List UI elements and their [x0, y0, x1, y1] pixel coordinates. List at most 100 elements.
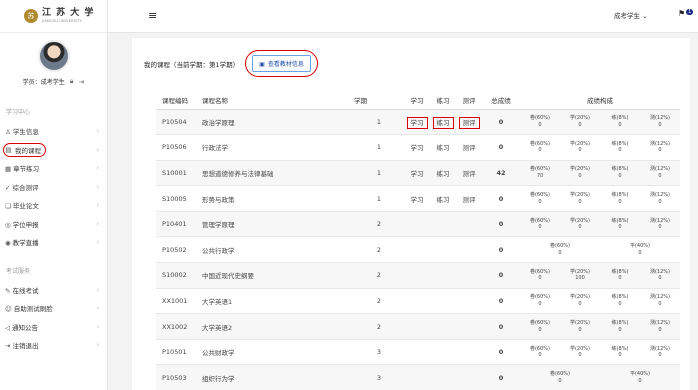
score-value: 0: [578, 224, 582, 231]
exam-link[interactable]: 测评: [463, 196, 476, 204]
course-code: XX1002: [156, 313, 202, 340]
score-item: 卷(60%) 0: [520, 192, 560, 205]
score-value: 0: [658, 198, 662, 205]
sidebar-item[interactable]: ♙ 学生信息 ›: [0, 122, 107, 141]
sidebar-item[interactable]: ▤ 我的课程 ›: [0, 141, 107, 160]
score-value: 0: [538, 198, 542, 205]
score-breakdown: 卷(60%) 0 平(40%) 0: [520, 243, 680, 256]
sidebar-item[interactable]: ◉ 教学直播 ›: [0, 233, 107, 252]
logout-icon[interactable]: ⇥: [78, 78, 84, 86]
course-table: 课程编码 课程名称 学期 学习 练习 测评 总成绩 成绩构成 P10504 政治学…: [156, 92, 680, 390]
score-item: 卷(60%) 0: [520, 294, 560, 307]
exam-link[interactable]: 测评: [463, 144, 476, 152]
header-practice: 练习: [430, 92, 456, 110]
book-icon: ▣: [259, 62, 265, 68]
chevron-right-icon: ›: [96, 341, 99, 350]
table-row: XX1002 大学英语2 2 0 卷(60%) 0 学(20%) 0 练(8%) 0 测(12%) 0: [156, 313, 680, 340]
chevron-right-icon: ›: [96, 285, 99, 294]
score-value: 0: [578, 198, 582, 205]
course-term: 2: [354, 262, 404, 289]
study-link[interactable]: 学习: [411, 170, 424, 178]
score-value: 0: [638, 377, 642, 384]
score-value: 0: [538, 224, 542, 231]
notification-flag[interactable]: ⚑ 1: [678, 9, 694, 18]
exam-link[interactable]: 测评: [458, 116, 480, 129]
main-content: 我的课程（当前学期：第1学期） ▣ 查看教材信息 课程编码 课程名称 学期 学习 …: [132, 38, 690, 390]
table-row: S10001 思想道德修养与法律基础 1 学习 练习 测评 42 卷(60%) 70 学(20%)…: [156, 160, 680, 187]
score-value: 0: [538, 147, 542, 154]
sidebar-item[interactable]: ▦ 章节练习 ›: [0, 159, 107, 178]
practice-link[interactable]: 练习: [432, 116, 454, 129]
course-name: 思想道德修养与法律基础: [202, 160, 354, 187]
score-item: 卷(60%) 0: [520, 269, 560, 282]
course-name: 大学英语1: [202, 288, 354, 315]
sidebar-item-label: 我的课程: [15, 146, 41, 155]
score-item: 平(40%) 0: [600, 243, 680, 256]
study-link[interactable]: 学习: [411, 196, 424, 204]
total-score: 0: [482, 313, 520, 340]
score-item: 学(20%) 0: [560, 320, 600, 333]
sidebar-item[interactable]: ☺ 自助测试刷脸 ›: [0, 299, 107, 318]
score-value: 0: [538, 275, 542, 282]
score-value: 0: [618, 198, 622, 205]
sidebar-item-label: 学生信息: [12, 128, 39, 137]
sidebar-item-label: 教学直播: [12, 239, 39, 248]
course-term: 2: [354, 211, 404, 238]
course-name: 公共财政学: [202, 339, 354, 366]
course-term: 2: [354, 313, 404, 340]
practice-link[interactable]: 练习: [437, 170, 450, 178]
sidebar-item[interactable]: ✓ 综合测评 ›: [0, 178, 107, 197]
score-value: 0: [538, 326, 542, 333]
sidebar-item[interactable]: ◁ 通知公告 ›: [0, 318, 107, 337]
score-item: 练(8%) 0: [600, 269, 640, 282]
chevron-right-icon: ›: [96, 238, 99, 247]
study-link[interactable]: 学习: [411, 144, 424, 152]
total-score: 0: [482, 339, 520, 366]
brand-logo[interactable]: 苏 江 苏 大 学 JIANGSU UNIVERSITY: [0, 0, 107, 33]
menu-toggle-icon[interactable]: ≡: [148, 9, 157, 22]
course-name: 政治学原理: [202, 109, 354, 136]
score-item: 测(12%) 0: [640, 294, 680, 307]
course-code: S10001: [156, 160, 202, 187]
score-breakdown: 卷(60%) 0 学(20%) 0 练(8%) 0 测(12%) 0: [520, 115, 680, 128]
user-icon: ♙: [5, 128, 11, 137]
profile-label: 学员：: [22, 79, 41, 86]
table-header-row: 课程编码 课程名称 学期 学习 练习 测评 总成绩 成绩构成: [156, 92, 680, 110]
header-term: 学期: [354, 92, 404, 110]
total-score: 0: [482, 185, 520, 212]
course-name: 形势与政策: [202, 185, 354, 212]
practice-link[interactable]: 练习: [437, 196, 450, 204]
course-term: 1: [354, 109, 404, 136]
score-item: 卷(60%) 0: [520, 218, 560, 231]
course-name: 组织行为学: [202, 364, 354, 390]
score-item: 练(8%) 0: [600, 115, 640, 128]
sidebar-item[interactable]: ⇥ 注销退出 ›: [0, 336, 107, 355]
user-menu[interactable]: 成考学生 ⌄: [614, 10, 648, 20]
lock-icon[interactable]: 🔒︎: [70, 77, 74, 86]
score-item: 学(20%) 0: [560, 218, 600, 231]
table-row: P10503 组织行为学 3 0 卷(60%) 0 平(40%) 0: [156, 364, 680, 390]
score-value: 0: [578, 326, 582, 333]
score-value: 0: [578, 147, 582, 154]
score-breakdown: 卷(60%) 0 学(20%) 0 练(8%) 0 测(12%) 0: [520, 192, 680, 205]
view-textbook-button[interactable]: ▣ 查看教材信息: [252, 55, 311, 72]
course-name: 公共行政学: [202, 236, 354, 264]
sidebar-item-label: 毕业论文: [12, 202, 39, 211]
course-name: 行政法学: [202, 134, 354, 161]
sidebar-item[interactable]: ◎ 学位申报 ›: [0, 215, 107, 234]
score-item: 学(20%) 0: [560, 192, 600, 205]
score-value: 0: [658, 147, 662, 154]
score-item: 卷(60%) 0: [520, 371, 600, 384]
chevron-down-icon: ⌄: [642, 12, 648, 20]
practice-link[interactable]: 练习: [437, 144, 450, 152]
chevron-right-icon: ›: [96, 304, 99, 313]
avatar[interactable]: [37, 40, 70, 72]
chevron-right-icon: ›: [96, 145, 99, 154]
header-study: 学习: [404, 92, 430, 110]
study-link[interactable]: 学习: [406, 116, 428, 129]
sidebar-item[interactable]: ✎ 在线考试 ›: [0, 281, 107, 300]
exam-link[interactable]: 测评: [463, 170, 476, 178]
score-item: 卷(60%) 0: [520, 243, 600, 256]
sidebar-item[interactable]: ❏ 毕业论文 ›: [0, 196, 107, 215]
chevron-right-icon: ›: [96, 322, 99, 331]
